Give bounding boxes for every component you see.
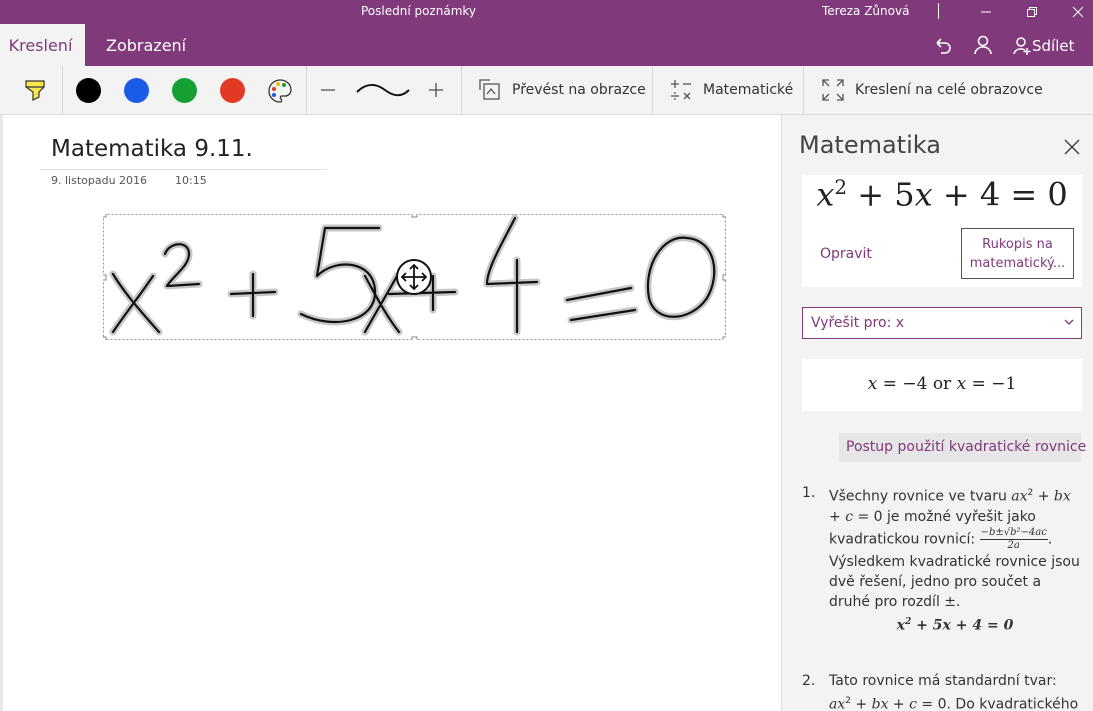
tab-zobrazeni[interactable]: Zobrazení xyxy=(100,24,192,66)
expand-icon xyxy=(822,79,844,101)
convert-to-shapes-label: Převést na obrazce xyxy=(512,82,646,98)
solve-for-select[interactable]: Vyřešit pro: x xyxy=(802,307,1082,339)
account-icon[interactable] xyxy=(972,34,994,56)
tab-kresleni[interactable]: Kreslení xyxy=(0,24,85,66)
share-person-icon xyxy=(1013,37,1031,55)
page-date: 9. listopadu 2016 xyxy=(51,174,148,187)
note-canvas[interactable] xyxy=(0,115,781,711)
highlighter-icon[interactable] xyxy=(23,78,47,104)
close-window-button[interactable] xyxy=(1055,0,1093,24)
step-number: 1. xyxy=(802,485,816,501)
chevron-down-icon xyxy=(1064,319,1074,325)
steps-dropdown[interactable]: Postup použití kvadratické rovnice xyxy=(839,433,1086,462)
math-pane-title: Matematika xyxy=(799,131,941,159)
minimize-icon xyxy=(981,11,991,13)
step-text: Všechny rovnice ve tvaru ax2 + bx + c = … xyxy=(829,488,1080,634)
steps-dropdown-label: Postup použití kvadratické rovnice xyxy=(846,439,1087,455)
ribbon-separator xyxy=(62,66,63,114)
result-text: x = −4 or x = −1 xyxy=(867,374,1017,394)
fullscreen-drawing-button[interactable]: Kreslení na celé obrazovce xyxy=(821,66,1043,114)
ink-equation-selection[interactable] xyxy=(103,214,726,340)
page-time: 10:15 xyxy=(175,174,207,187)
page-title[interactable]: Matematika 9.11. xyxy=(51,136,253,162)
math-operators-icon xyxy=(671,80,691,100)
title-underline xyxy=(40,169,327,170)
window-title: Poslední poznámky xyxy=(360,4,477,18)
math-button[interactable]: Matematické xyxy=(669,66,793,114)
fullscreen-drawing-label: Kreslení na celé obrazovce xyxy=(855,82,1043,98)
pen-color-blue[interactable] xyxy=(124,78,149,103)
close-icon xyxy=(1072,6,1084,18)
user-name[interactable]: Tereza Zůnová xyxy=(822,4,909,18)
pen-color-red[interactable] xyxy=(220,78,245,103)
minimize-button[interactable] xyxy=(963,0,1009,24)
recognized-equation: x2 + 5x + 4 = 0 xyxy=(816,175,1068,214)
fix-button[interactable]: Opravit xyxy=(820,246,872,262)
pen-color-black[interactable] xyxy=(76,78,101,103)
title-separator xyxy=(938,3,939,19)
shapes-icon xyxy=(479,79,500,100)
math-pane: Matematika x2 + 5x + 4 = 0 Opravit Rukop… xyxy=(781,115,1093,711)
step-number: 2. xyxy=(802,673,816,689)
step-text: Tato rovnice má standardní tvar: ax2 + b… xyxy=(829,673,1079,711)
ribbon-separator xyxy=(306,66,307,114)
thinner-stroke-icon[interactable] xyxy=(320,84,336,96)
canvas-left-edge xyxy=(0,115,3,711)
ribbon-separator xyxy=(461,66,462,114)
ribbon-separator xyxy=(803,66,804,114)
tab-bar: Kreslení Zobrazení Sdílet xyxy=(0,24,1093,66)
ribbon-separator xyxy=(652,66,653,114)
stroke-width-preview[interactable] xyxy=(355,78,411,102)
restore-button[interactable] xyxy=(1009,0,1055,24)
close-pane-icon[interactable] xyxy=(1062,137,1082,157)
title-bar: Poslední poznámky Tereza Zůnová xyxy=(0,0,1093,24)
thicker-stroke-icon[interactable] xyxy=(428,82,444,98)
convert-to-shapes-button[interactable]: Převést na obrazce xyxy=(478,66,646,114)
share-label: Sdílet xyxy=(1032,37,1075,55)
color-palette-icon[interactable] xyxy=(267,78,293,104)
ink-to-math-button[interactable]: Rukopis na matematický... xyxy=(961,228,1074,279)
restore-icon xyxy=(1027,7,1037,17)
ribbon: Převést na obrazce Matematické Kreslení … xyxy=(0,66,1093,115)
pen-color-green[interactable] xyxy=(172,78,197,103)
move-cursor-icon xyxy=(396,259,432,295)
recognized-equation-card: x2 + 5x + 4 = 0 Opravit Rukopis na matem… xyxy=(802,175,1082,287)
share-button[interactable]: Sdílet xyxy=(1012,35,1075,57)
result-card: x = −4 or x = −1 xyxy=(802,359,1082,411)
math-label: Matematické xyxy=(703,82,794,98)
quadratic-formula: −b±√b²−4ac 2a xyxy=(979,526,1048,551)
step-equation: x2 + 5x + 4 = 0 xyxy=(896,616,1014,634)
solve-for-value: Vyřešit pro: x xyxy=(811,315,905,331)
undo-icon[interactable] xyxy=(932,34,954,56)
